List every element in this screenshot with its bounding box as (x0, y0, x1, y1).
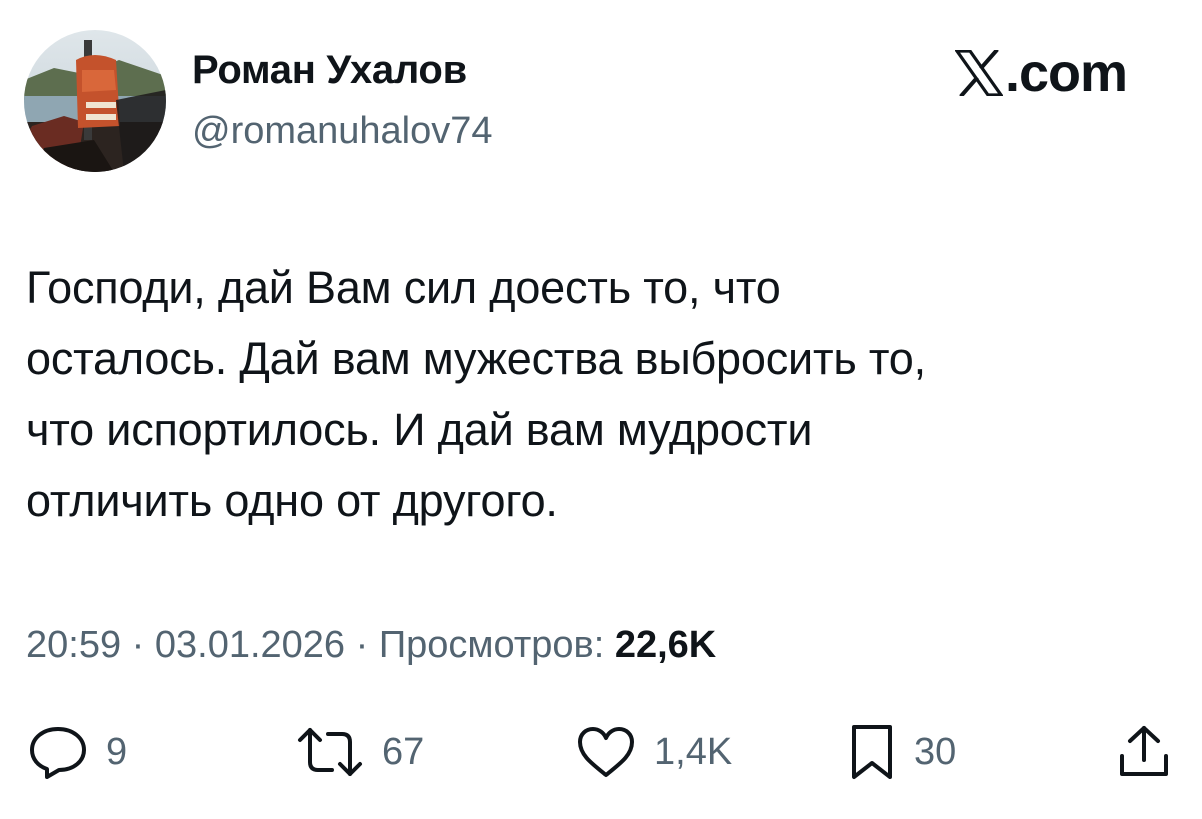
meta-separator: · (121, 624, 155, 666)
brand: .com (955, 43, 1128, 103)
share-button[interactable] (1118, 722, 1170, 782)
bookmark-icon (852, 725, 892, 779)
tweet-text-line: Господи, дай Вам сил доесть то, что (26, 262, 781, 313)
brand-domain: .com (1005, 43, 1128, 103)
retweet-button[interactable]: 67 (296, 722, 424, 782)
retweet-icon (298, 728, 362, 776)
reply-button[interactable]: 9 (28, 722, 127, 782)
tweet-text: Господи, дай Вам сил доесть то, что оста… (26, 252, 1176, 536)
like-button[interactable]: 1,4K (576, 722, 732, 782)
views-count: 22,6K (614, 624, 717, 666)
tweet-text-line: что испортилось. И дай вам мудрости (26, 404, 813, 455)
avatar[interactable] (24, 30, 166, 172)
x-logo-icon (955, 50, 1003, 96)
tweet-meta: 20:59 · 03.01.2026 · Просмотров: 22,6K (26, 624, 716, 667)
reply-count: 9 (106, 730, 128, 773)
tweet-time[interactable]: 20:59 (26, 624, 121, 666)
like-count: 1,4K (654, 730, 733, 773)
share-icon (1120, 726, 1168, 776)
views-label: Просмотров: (378, 624, 605, 666)
author-handle[interactable]: @romanuhalov74 (192, 110, 493, 153)
bookmark-button[interactable]: 30 (848, 722, 956, 782)
tweet-text-line: осталось. Дай вам мужества выбросить то, (26, 333, 926, 384)
action-bar: 9 67 1,4K 30 (0, 722, 1202, 782)
heart-icon (578, 727, 634, 777)
bookmark-count: 30 (914, 730, 957, 773)
meta-separator: · (345, 624, 379, 666)
author-display-name[interactable]: Роман Ухалов (192, 48, 467, 93)
retweet-count: 67 (382, 730, 425, 773)
tweet-date[interactable]: 03.01.2026 (155, 624, 345, 666)
reply-icon (30, 727, 86, 779)
tweet-text-line: отличить одно от другого. (26, 475, 558, 526)
